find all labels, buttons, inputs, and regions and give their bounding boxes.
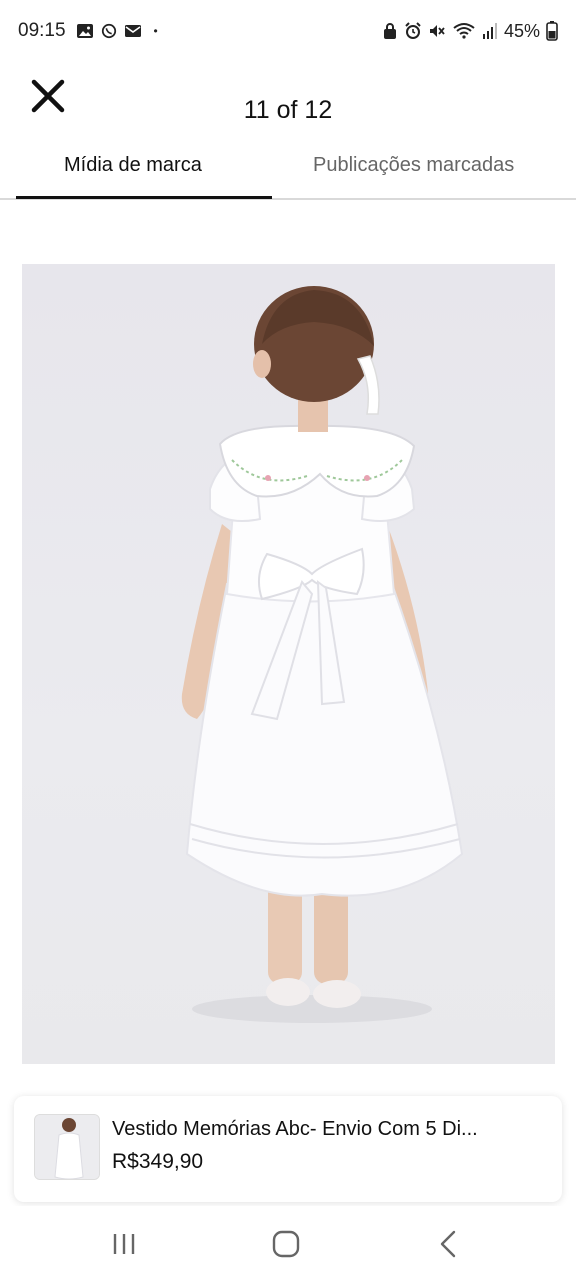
status-left: 09:15 •	[18, 20, 158, 42]
notification-dot: •	[153, 24, 158, 38]
tab-tagged-posts[interactable]: Publicações marcadas	[313, 154, 514, 177]
tab-bar: Mídia de marca Publicações marcadas	[0, 142, 576, 200]
home-icon[interactable]	[266, 1228, 306, 1260]
signal-icon	[482, 23, 497, 39]
girl-in-white-dress-illustration	[181, 286, 464, 1023]
tab-brand-media[interactable]: Mídia de marca	[64, 154, 202, 177]
viewer-header: 11 of 12	[0, 62, 576, 154]
product-name: Vestido Memórias Abc- Envio Com 5 Di...	[112, 1118, 478, 1140]
product-price: R$349,90	[112, 1150, 204, 1173]
system-nav-bar	[0, 1206, 576, 1280]
wifi-icon	[453, 23, 475, 39]
status-time: 09:15	[18, 20, 66, 41]
lock-icon	[383, 23, 396, 39]
status-right: 45%	[382, 21, 558, 42]
product-card[interactable]: Vestido Memórias Abc- Envio Com 5 Di... …	[14, 1096, 562, 1202]
back-icon[interactable]	[428, 1228, 468, 1260]
active-tab-indicator	[16, 196, 272, 199]
whatsapp-icon	[101, 23, 116, 39]
status-bar: 09:15 • 45%	[0, 0, 576, 62]
thumbnail-dress-image	[35, 1115, 99, 1179]
battery-icon	[546, 21, 558, 41]
battery-percent: 45%	[503, 20, 540, 41]
mute-icon	[429, 25, 445, 37]
product-photo[interactable]	[22, 264, 555, 1064]
gallery-icon	[76, 24, 93, 38]
media-counter: 11 of 12	[243, 96, 333, 124]
mail-icon	[124, 25, 141, 37]
product-thumbnail[interactable]	[34, 1114, 100, 1180]
alarm-icon	[405, 22, 421, 39]
recent-apps-icon[interactable]	[104, 1228, 144, 1260]
